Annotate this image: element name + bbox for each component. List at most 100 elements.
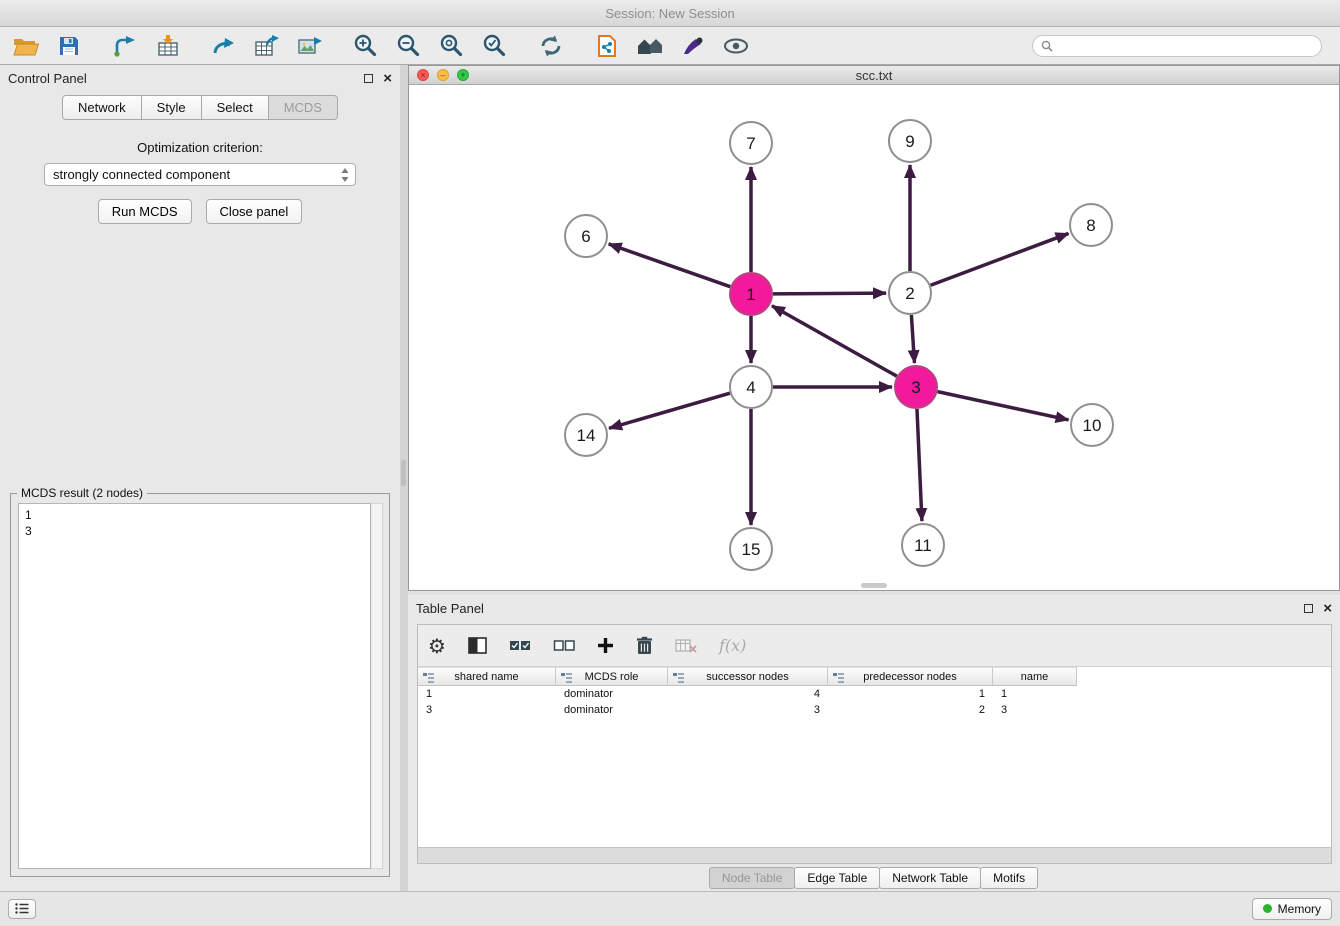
show-columns-icon[interactable] xyxy=(468,637,487,654)
cell-predecessor-nodes[interactable]: 1 xyxy=(828,688,993,700)
tab-network[interactable]: Network xyxy=(62,95,142,120)
save-session-icon[interactable] xyxy=(47,30,90,62)
mcds-result-list[interactable]: 1 3 xyxy=(18,503,371,869)
edge-2-3[interactable] xyxy=(911,315,914,363)
tab-select[interactable]: Select xyxy=(201,95,269,120)
edge-3-1[interactable] xyxy=(772,306,897,376)
tab-edge-table[interactable]: Edge Table xyxy=(794,867,880,889)
cell-shared-name[interactable]: 3 xyxy=(418,704,556,716)
select-all-rows-icon[interactable] xyxy=(509,639,531,652)
task-history-icon[interactable] xyxy=(8,899,36,919)
node-14[interactable]: 14 xyxy=(565,414,607,456)
open-session-icon[interactable] xyxy=(4,30,47,62)
network-window-title: scc.txt xyxy=(409,68,1339,83)
tab-motifs[interactable]: Motifs xyxy=(980,867,1038,889)
close-panel-button[interactable]: Close panel xyxy=(206,199,303,224)
node-11[interactable]: 11 xyxy=(902,524,944,566)
zoom-fit-icon[interactable] xyxy=(430,30,473,62)
export-image-icon[interactable] xyxy=(288,30,331,62)
cell-name[interactable]: 1 xyxy=(993,688,1077,700)
tab-style[interactable]: Style xyxy=(141,95,202,120)
cell-successor-nodes[interactable]: 4 xyxy=(668,688,828,700)
panel-splitter[interactable] xyxy=(400,65,408,891)
node-label-14: 14 xyxy=(577,426,596,445)
refresh-layout-icon[interactable] xyxy=(529,30,572,62)
node-10[interactable]: 10 xyxy=(1071,404,1113,446)
cell-name[interactable]: 3 xyxy=(993,704,1077,716)
window-zoom-icon[interactable]: + xyxy=(457,69,469,81)
import-network-icon[interactable] xyxy=(103,30,146,62)
node-3[interactable]: 3 xyxy=(895,366,937,408)
mcds-result-line: 3 xyxy=(25,523,364,539)
table-row[interactable]: 3 dominator 3 2 3 xyxy=(418,702,1331,718)
result-scrollbar[interactable] xyxy=(372,503,383,869)
clone-network-icon[interactable] xyxy=(202,30,245,62)
tab-node-table[interactable]: Node Table xyxy=(709,867,796,889)
memory-button[interactable]: Memory xyxy=(1252,898,1332,920)
window-minimize-icon[interactable]: – xyxy=(437,69,449,81)
node-label-2: 2 xyxy=(905,284,914,303)
table-row[interactable]: 1 dominator 4 1 1 xyxy=(418,686,1331,702)
search-field[interactable] xyxy=(1032,35,1322,57)
node-2[interactable]: 2 xyxy=(889,272,931,314)
edge-1-2[interactable] xyxy=(773,293,886,294)
style-icon[interactable] xyxy=(671,30,714,62)
column-header-successor-nodes[interactable]: successor nodes xyxy=(668,667,828,686)
first-neighbors-icon[interactable] xyxy=(585,30,628,62)
criterion-dropdown[interactable]: strongly connected component xyxy=(44,163,356,186)
close-table-panel-icon[interactable]: × xyxy=(1323,601,1332,616)
network-canvas[interactable]: 7 9 6 8 1 2 4 3 14 10 15 11 xyxy=(409,85,1339,590)
float-table-panel-icon[interactable] xyxy=(1304,604,1313,613)
zoom-in-icon[interactable] xyxy=(344,30,387,62)
window-close-icon[interactable]: × xyxy=(417,69,429,81)
edge-3-11[interactable] xyxy=(917,409,922,521)
node-7[interactable]: 7 xyxy=(730,122,772,164)
run-mcds-button[interactable]: Run MCDS xyxy=(98,199,192,224)
cell-mcds-role[interactable]: dominator xyxy=(556,688,668,700)
cell-shared-name[interactable]: 1 xyxy=(418,688,556,700)
create-column-icon[interactable] xyxy=(597,637,614,654)
table-hscrollbar[interactable] xyxy=(418,847,1331,863)
node-label-4: 4 xyxy=(746,378,755,397)
tab-mcds[interactable]: MCDS xyxy=(268,95,338,120)
node-9[interactable]: 9 xyxy=(889,120,931,162)
node-1[interactable]: 1 xyxy=(730,273,772,315)
delete-column-icon[interactable] xyxy=(636,636,653,655)
control-panel: Control Panel × Network Style Select MCD… xyxy=(0,65,400,891)
optimization-criterion-label: Optimization criterion: xyxy=(0,140,400,155)
edge-2-8[interactable] xyxy=(931,233,1069,285)
tab-network-table[interactable]: Network Table xyxy=(879,867,981,889)
float-panel-icon[interactable] xyxy=(364,74,373,83)
column-header-shared-name[interactable]: shared name xyxy=(418,667,556,686)
edge-1-6[interactable] xyxy=(609,244,731,287)
table-settings-icon[interactable]: ⚙ xyxy=(428,634,446,658)
close-panel-icon[interactable]: × xyxy=(383,71,392,86)
zoom-selected-icon[interactable] xyxy=(473,30,516,62)
node-8[interactable]: 8 xyxy=(1070,204,1112,246)
zoom-out-icon[interactable] xyxy=(387,30,430,62)
column-header-name[interactable]: name xyxy=(993,667,1077,686)
canvas-hscrollbar[interactable] xyxy=(861,583,887,588)
edge-4-14[interactable] xyxy=(609,393,730,428)
home-layout-icon[interactable] xyxy=(628,30,671,62)
cell-mcds-role[interactable]: dominator xyxy=(556,704,668,716)
column-header-predecessor-nodes[interactable]: predecessor nodes xyxy=(828,667,993,686)
network-window-titlebar[interactable]: × – + scc.txt xyxy=(409,66,1339,85)
search-icon xyxy=(1041,40,1053,52)
column-header-mcds-role[interactable]: MCDS role xyxy=(556,667,668,686)
network-from-table-icon[interactable] xyxy=(245,30,288,62)
node-6[interactable]: 6 xyxy=(565,215,607,257)
show-graphics-details-icon[interactable] xyxy=(714,30,757,62)
deselect-all-rows-icon[interactable] xyxy=(553,639,575,652)
cell-successor-nodes[interactable]: 3 xyxy=(668,704,828,716)
node-4[interactable]: 4 xyxy=(730,366,772,408)
delete-table-icon[interactable] xyxy=(675,638,697,653)
node-15[interactable]: 15 xyxy=(730,528,772,570)
search-input[interactable] xyxy=(1058,39,1313,53)
criterion-value: strongly connected component xyxy=(53,167,341,182)
import-table-icon[interactable] xyxy=(146,30,189,62)
cell-predecessor-nodes[interactable]: 2 xyxy=(828,704,993,716)
main-toolbar xyxy=(0,27,1340,65)
edge-3-10[interactable] xyxy=(938,392,1069,420)
function-builder-icon[interactable]: f(x) xyxy=(719,636,746,655)
